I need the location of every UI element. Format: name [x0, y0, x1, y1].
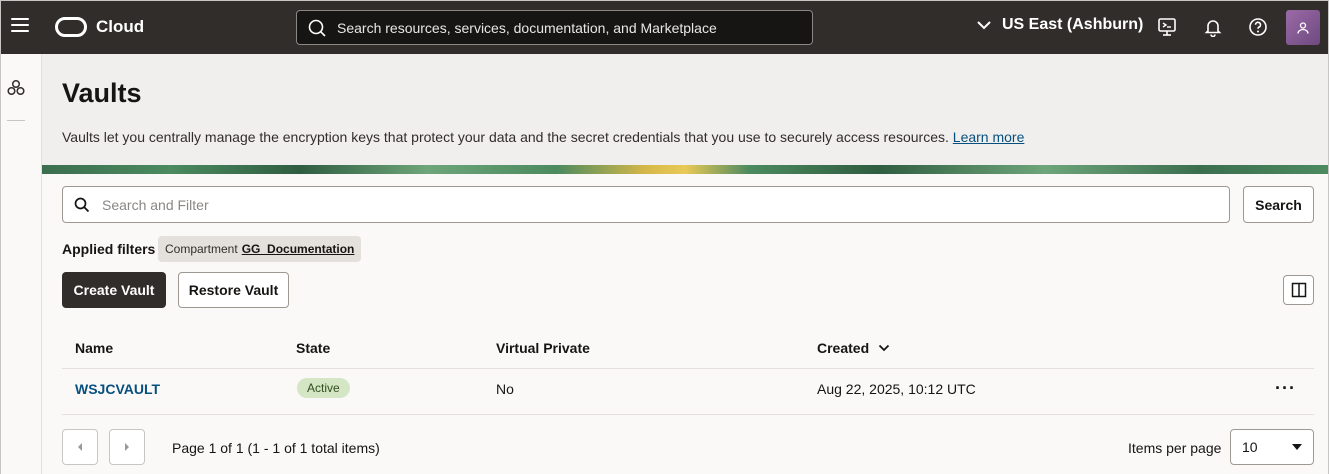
pagination-info: Page 1 of 1 (1 - 1 of 1 total items)	[172, 440, 380, 456]
chevron-left-icon	[78, 443, 82, 451]
bell-icon[interactable]	[1203, 17, 1223, 37]
applied-filters-label: Applied filters	[62, 241, 156, 257]
created-value: Aug 22, 2025, 10:12 UTC	[817, 381, 976, 397]
compartment-filter-chip[interactable]: Compartment GG_Documentation	[158, 236, 362, 262]
region-label: US East (Ashburn)	[1002, 16, 1144, 33]
row-actions-menu-icon[interactable]: ···	[1275, 378, 1296, 399]
cloud-shell-icon[interactable]	[1157, 17, 1177, 37]
search-filter-placeholder: Search and Filter	[102, 196, 209, 213]
status-badge: Active	[297, 378, 350, 398]
chip-value[interactable]: GG_Documentation	[242, 242, 355, 256]
items-per-page-label: Items per page	[1128, 440, 1222, 456]
rail-divider	[7, 120, 25, 121]
chip-key: Compartment	[165, 242, 238, 256]
column-header-created-label: Created	[817, 340, 870, 356]
search-filter-input[interactable]: Search and Filter	[62, 186, 1230, 223]
page-description: Vaults let you centrally manage the encr…	[62, 129, 1024, 145]
left-rail	[1, 54, 42, 474]
create-vault-button[interactable]: Create Vault	[62, 272, 166, 308]
column-header-virtual-private[interactable]: Virtual Private	[496, 340, 590, 356]
global-search-placeholder: Search resources, services, documentatio…	[337, 19, 717, 36]
page-header: Vaults Vaults let you centrally manage t…	[42, 54, 1328, 165]
previous-page-button[interactable]	[62, 429, 98, 465]
user-icon	[1297, 21, 1309, 34]
resources-icon[interactable]	[6, 79, 26, 97]
brand-name[interactable]: Cloud	[96, 17, 144, 37]
column-header-state[interactable]: State	[296, 340, 330, 356]
user-avatar[interactable]	[1286, 10, 1320, 45]
chevron-down-icon	[977, 21, 991, 30]
columns-icon	[1291, 282, 1306, 298]
items-per-page-value: 10	[1242, 439, 1258, 455]
header-divider	[62, 368, 1314, 369]
vaults-list: Search and Filter Search Applied filters…	[42, 174, 1328, 474]
description-text: Vaults let you centrally manage the encr…	[62, 129, 949, 145]
virtual-private-value: No	[496, 381, 514, 397]
top-navigation-bar: Cloud Search resources, services, docume…	[1, 1, 1328, 54]
column-header-name[interactable]: Name	[75, 340, 113, 356]
caret-down-icon	[1292, 444, 1302, 450]
search-icon	[74, 197, 90, 212]
vault-name-link[interactable]: WSJCVAULT	[75, 381, 160, 397]
items-per-page-select[interactable]: 10	[1230, 429, 1314, 465]
column-header-created[interactable]: Created	[817, 340, 890, 356]
next-page-button[interactable]	[109, 429, 145, 465]
help-icon[interactable]	[1248, 17, 1268, 37]
cloud-logo-icon[interactable]	[55, 17, 87, 37]
decorative-banner	[42, 165, 1328, 174]
region-selector[interactable]: US East (Ashburn)	[976, 16, 1143, 34]
menu-icon[interactable]	[11, 18, 29, 36]
search-button[interactable]: Search	[1243, 186, 1314, 223]
sort-descending-icon[interactable]	[878, 344, 890, 352]
page-title: Vaults	[62, 78, 142, 108]
global-search-input[interactable]: Search resources, services, documentatio…	[296, 10, 813, 45]
chevron-right-icon	[125, 443, 129, 451]
row-divider	[62, 414, 1314, 415]
learn-more-link[interactable]: Learn more	[953, 129, 1025, 145]
search-icon	[308, 19, 326, 37]
restore-vault-button[interactable]: Restore Vault	[178, 272, 289, 308]
column-settings-button[interactable]	[1283, 275, 1314, 305]
